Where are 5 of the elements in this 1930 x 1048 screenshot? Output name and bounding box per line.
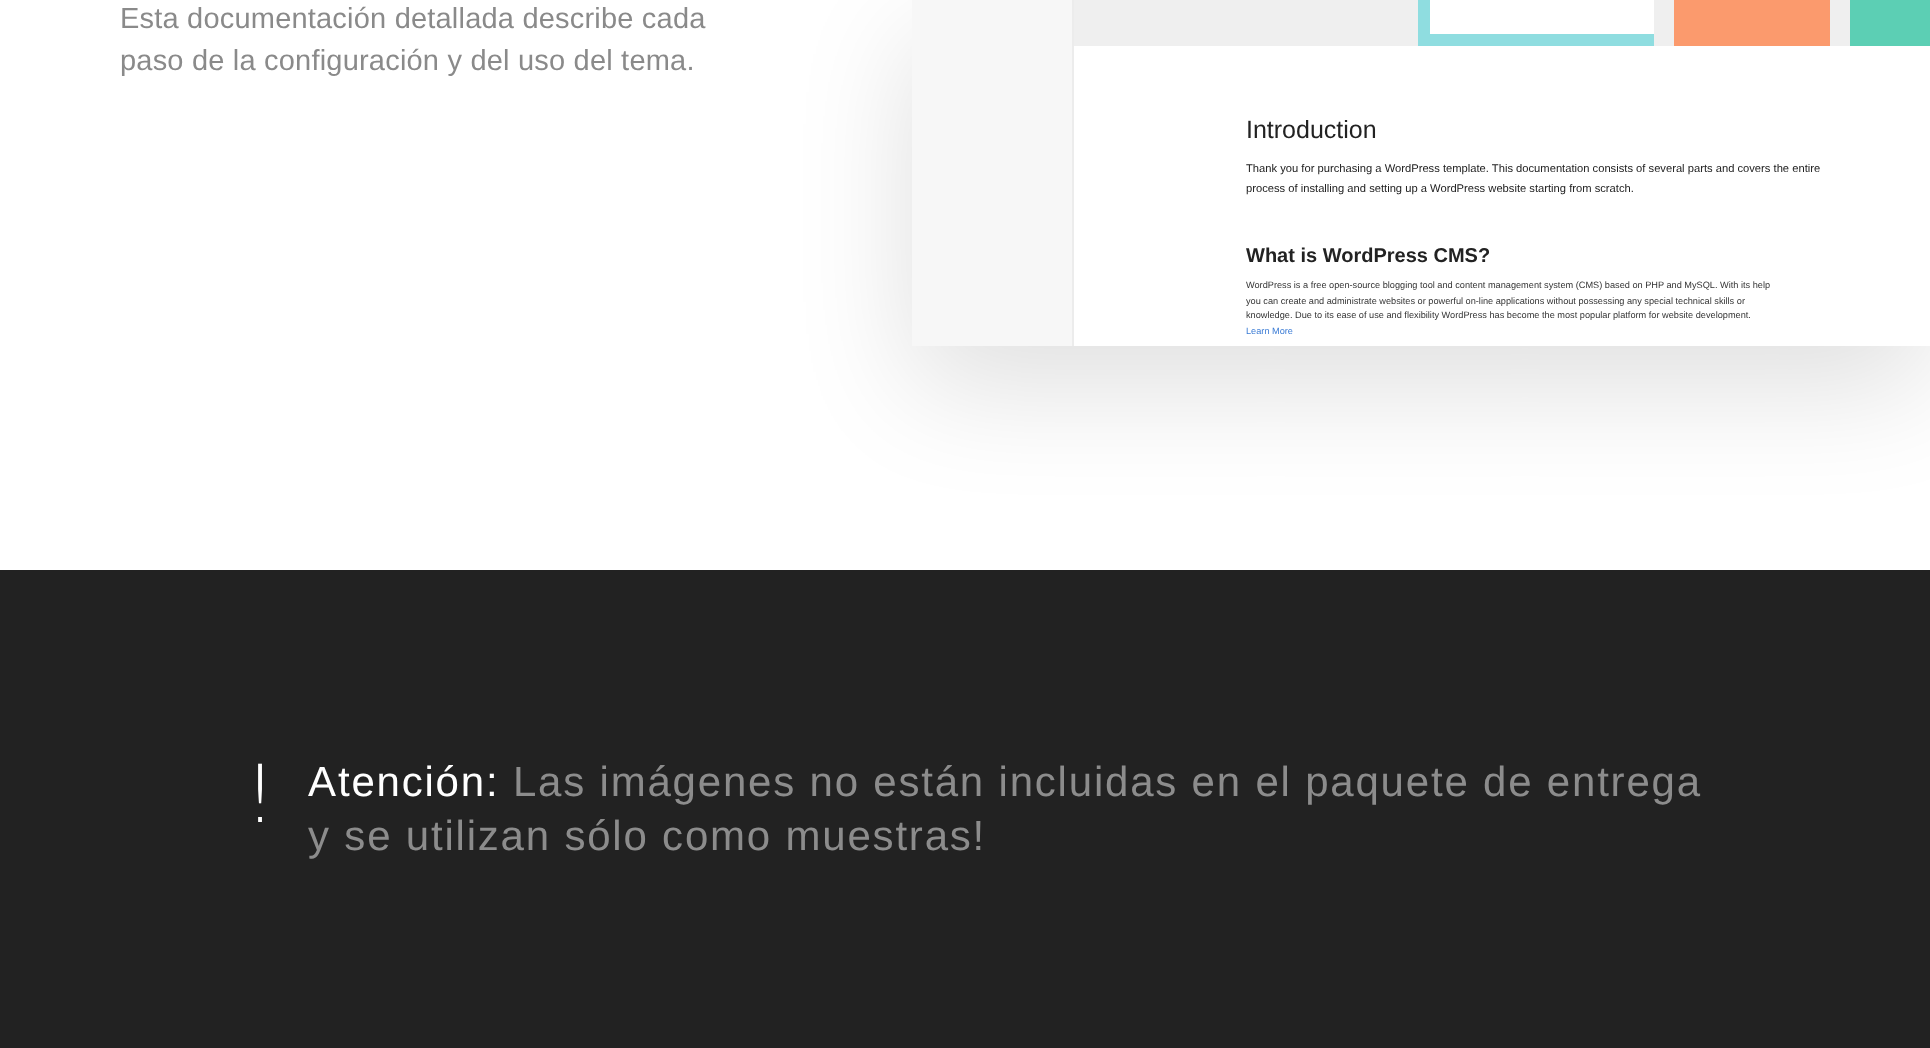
doc-subheading: What is WordPress CMS? xyxy=(1246,246,1493,268)
exclamation-mark: ! xyxy=(244,756,277,836)
doc-heading: Introduction xyxy=(1246,116,1379,144)
notice-text: Atención: Las imágenes no están incluidas en el paquete de entrega y se utilizan sólo como muestras! xyxy=(308,758,1704,864)
intro-paragraph: Esta documentación detallada describe cada paso de la configuración y del uso del tema. xyxy=(120,2,708,81)
